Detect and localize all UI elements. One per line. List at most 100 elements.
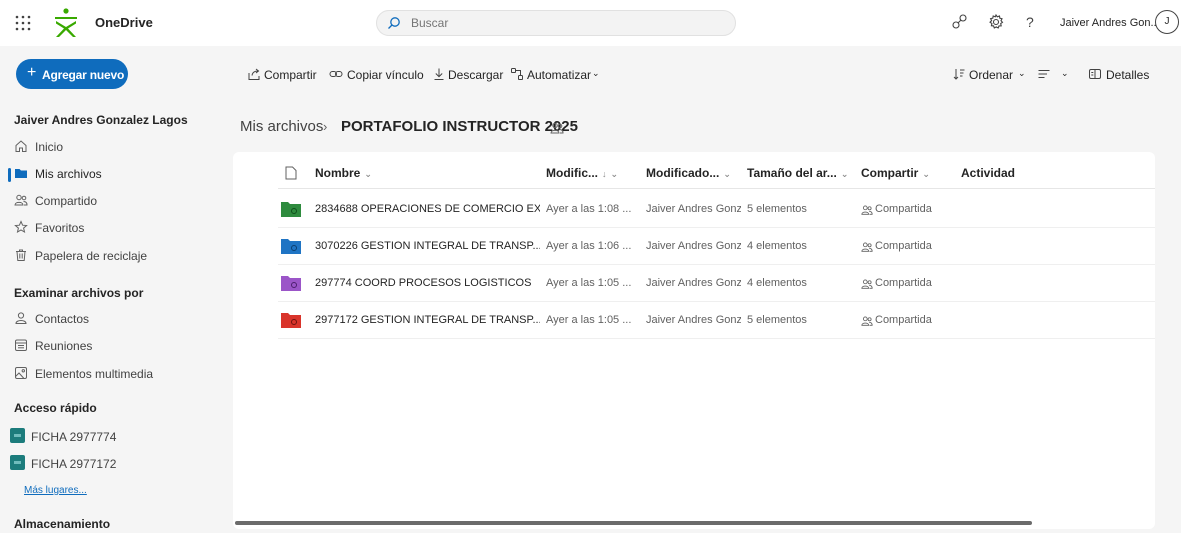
column-header-label: Tamaño del ar... [747, 166, 837, 180]
chevron-down-icon: ⌄ [364, 169, 372, 179]
file-name[interactable]: 297774 COORD PROCESOS LOGISTICOS [315, 277, 540, 289]
column-header-label: Actividad [961, 166, 1016, 180]
download-button[interactable]: Descargar [432, 67, 512, 83]
storage-heading: Almacenamiento [14, 517, 111, 531]
breadcrumb-root[interactable]: Mis archivos [240, 118, 323, 135]
shared-people-icon [550, 122, 564, 134]
file-name[interactable]: 2977172 GESTION INTEGRAL DE TRANSP... [315, 314, 540, 326]
folder-icon [281, 276, 301, 291]
column-header-label: Nombre [315, 166, 361, 180]
people-icon [14, 194, 28, 206]
svg-text:?: ? [1026, 14, 1034, 30]
home-icon [15, 140, 27, 152]
trash-icon [16, 249, 26, 261]
folder-icon [15, 169, 27, 178]
sharing-status: Compartida [875, 277, 932, 289]
page-title: PORTAFOLIO INSTRUCTOR 2025 [341, 118, 578, 135]
automate-button[interactable]: Automatizar ⌄ [510, 67, 610, 83]
sidebar-item-compartido[interactable]: Compartido [4, 190, 204, 210]
column-header-size[interactable]: Tamaño del ar... ⌄ [747, 166, 848, 180]
sena-logo[interactable] [50, 7, 82, 39]
horizontal-scrollbar[interactable] [235, 521, 1032, 525]
file-name[interactable]: 2834688 OPERACIONES DE COMERCIO EX... [315, 203, 540, 215]
automate-icon [511, 68, 523, 80]
sidebar-item-favoritos[interactable]: Favoritos [4, 217, 204, 237]
sidebar-item-papelera[interactable]: Papelera de reciclaje [4, 245, 204, 265]
quick-access-ficha-2977172[interactable]: FICHA 2977172 [0, 453, 200, 473]
add-new-label: Agregar nuevo [42, 68, 125, 82]
sidebar-item-reuniones[interactable]: Reuniones [4, 335, 204, 355]
file-type-icon [285, 166, 297, 180]
column-header-modified-by[interactable]: Modificado... ⌄ [646, 166, 732, 180]
modified-by: Jaiver Andres Gonz [646, 314, 741, 326]
shared-people-icon [861, 205, 873, 215]
app-name[interactable]: OneDrive [95, 15, 153, 30]
calendar-icon [15, 339, 27, 351]
avatar[interactable]: J [1155, 10, 1179, 34]
teams-channel-icon [10, 428, 25, 443]
share-network-icon[interactable] [950, 12, 970, 32]
sidebar-item-contactos[interactable]: Contactos [4, 308, 204, 328]
table-row[interactable]: 2834688 OPERACIONES DE COMERCIO EX... Ay… [278, 191, 1155, 228]
search-input[interactable] [411, 15, 711, 31]
star-icon [14, 220, 28, 234]
add-new-button[interactable]: + Agregar nuevo [16, 59, 128, 89]
column-header-modified[interactable]: Modific... ↓ ⌄ [546, 166, 631, 180]
top-bar: OneDrive ? Jaiver Andres Gon... J [0, 0, 1181, 46]
gear-icon[interactable] [986, 12, 1006, 32]
share-icon [248, 68, 260, 80]
shared-people-icon [861, 242, 873, 252]
sidebar: + Agregar nuevo Jaiver Andres Gonzalez L… [0, 46, 225, 533]
sharing-status: Compartida [875, 203, 932, 215]
sort-label: Ordenar [969, 68, 1014, 82]
sharing-status: Compartida [875, 240, 932, 252]
copy-link-button[interactable]: Copiar vínculo [329, 67, 439, 83]
link-icon [329, 71, 343, 77]
download-icon [434, 68, 444, 80]
shared-people-icon [861, 316, 873, 326]
item-count: 4 elementos [747, 277, 807, 289]
details-label: Detalles [1106, 68, 1150, 82]
sidebar-item-label: Compartido [35, 194, 98, 208]
app-launcher-icon[interactable] [14, 14, 32, 32]
share-button[interactable]: Compartir [247, 67, 327, 83]
quick-access-ficha-2977774[interactable]: FICHA 2977774 [0, 426, 200, 446]
sidebar-item-inicio[interactable]: Inicio [4, 136, 204, 156]
sidebar-item-mis-archivos[interactable]: Mis archivos [4, 163, 204, 183]
table-row[interactable]: 2977172 GESTION INTEGRAL DE TRANSP... Ay… [278, 302, 1155, 339]
search-box[interactable] [376, 10, 736, 36]
details-button[interactable]: Detalles [1088, 67, 1154, 83]
chevron-right-icon: › [323, 119, 328, 134]
table-row[interactable]: 297774 COORD PROCESOS LOGISTICOS Ayer a … [278, 265, 1155, 302]
sidebar-item-label: Mis archivos [35, 167, 102, 181]
browse-heading: Examinar archivos por [14, 286, 144, 300]
user-name[interactable]: Jaiver Andres Gon... [1060, 17, 1160, 29]
column-header-sharing[interactable]: Compartir ⌄ [861, 166, 931, 180]
image-icon [15, 367, 27, 379]
chevron-down-icon: ⌄ [723, 169, 731, 179]
help-icon[interactable]: ? [1020, 12, 1040, 32]
column-header-name[interactable]: Nombre ⌄ [315, 166, 385, 180]
sidebar-item-label: Inicio [35, 140, 64, 154]
sidebar-item-multimedia[interactable]: Elementos multimedia [4, 363, 204, 383]
shared-people-icon [861, 279, 873, 289]
chevron-down-icon: ⌄ [1061, 68, 1069, 78]
quick-access-heading: Acceso rápido [14, 401, 97, 415]
folder-icon [281, 202, 301, 217]
sort-button[interactable]: Ordenar ⌄ [952, 67, 1028, 83]
modified-by: Jaiver Andres Gonz [646, 240, 741, 252]
sidebar-item-label: Papelera de reciclaje [35, 249, 148, 263]
table-row[interactable]: 3070226 GESTION INTEGRAL DE TRANSP... Ay… [278, 228, 1155, 265]
sort-icon [953, 69, 965, 80]
view-options-button[interactable]: ⌄ [1037, 67, 1077, 83]
column-header-activity[interactable]: Actividad [961, 166, 1021, 180]
file-name[interactable]: 3070226 GESTION INTEGRAL DE TRANSP... [315, 240, 540, 252]
item-count: 5 elementos [747, 203, 807, 215]
quick-access-label: FICHA 2977172 [31, 457, 117, 471]
item-count: 5 elementos [747, 314, 807, 326]
folder-icon [281, 313, 301, 328]
more-places-link[interactable]: Más lugares... [24, 485, 87, 496]
contact-icon [15, 312, 27, 324]
sidebar-item-label: Favoritos [35, 221, 85, 235]
chevron-down-icon: ⌄ [922, 169, 930, 179]
